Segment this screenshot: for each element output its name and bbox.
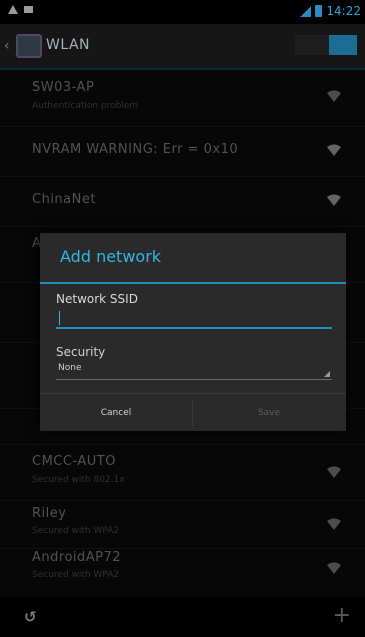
clock: 14:22 [326,4,361,18]
dropdown-arrow-icon [324,371,330,377]
action-bar: ‹ WLAN [0,24,365,70]
status-bar: 14:22 [0,0,365,24]
toggle-knob [329,35,357,55]
save-button[interactable]: Save [193,394,345,432]
cancel-button[interactable]: Cancel [40,394,192,432]
security-value: None [58,363,82,373]
dialog-title: Add network [60,247,162,266]
ssid-input[interactable] [56,309,332,329]
bottom-action-bar: ↺ + [0,597,365,637]
add-network-dialog: Add network Network SSID Security None C… [40,233,346,431]
wifi-toggle[interactable] [295,35,357,55]
add-network-icon[interactable]: + [333,603,351,628]
security-label: Security [56,345,106,359]
battery-icon [315,5,323,17]
notification-icon [24,6,33,13]
dialog-buttons: Cancel Save [40,393,346,432]
back-chevron-icon[interactable]: ‹ [4,38,10,54]
ssid-label: Network SSID [56,292,138,306]
scan-icon[interactable]: ↺ [24,608,37,626]
title-divider [40,282,346,284]
signal-icon [300,5,312,17]
page-title: WLAN [46,37,91,53]
warning-icon [8,5,18,14]
text-cursor [59,311,60,325]
security-select[interactable]: None [56,361,332,380]
settings-app-icon[interactable] [16,34,42,58]
